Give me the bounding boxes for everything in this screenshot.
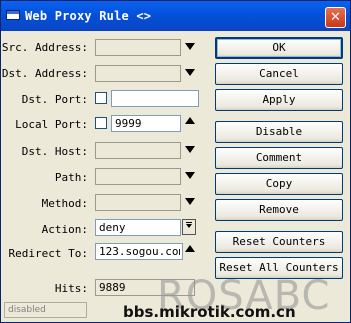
dst-port-label: Dst. Port: bbox=[21, 93, 88, 106]
web-proxy-rule-window: Web Proxy Rule <> ✕ Src. Address: Dst. A… bbox=[0, 0, 351, 323]
dst-host-field[interactable] bbox=[95, 142, 181, 159]
remove-button[interactable]: Remove bbox=[215, 199, 343, 221]
action-label: Action: bbox=[41, 223, 88, 236]
action-select[interactable]: deny bbox=[95, 219, 181, 236]
apply-button[interactable]: Apply bbox=[215, 89, 343, 111]
reset-counters-button[interactable]: Reset Counters bbox=[215, 231, 343, 253]
src-address-label: Src. Address: bbox=[1, 41, 88, 54]
path-label: Path: bbox=[54, 171, 88, 184]
watermark-url: bbs.mikrotik.com.cn bbox=[123, 303, 296, 321]
disable-button[interactable]: Disable bbox=[215, 121, 343, 143]
window-title: Web Proxy Rule <> bbox=[25, 9, 152, 23]
path-field[interactable] bbox=[95, 168, 181, 185]
dst-host-label: Dst. Host: bbox=[21, 145, 88, 158]
window-icon bbox=[6, 10, 20, 20]
redirect-to-label: Redirect To: bbox=[8, 247, 88, 260]
copy-button[interactable]: Copy bbox=[215, 173, 343, 195]
dst-address-expand-icon[interactable] bbox=[185, 66, 195, 78]
local-port-negate-checkbox[interactable] bbox=[95, 117, 107, 129]
dst-address-label: Dst. Address: bbox=[1, 67, 88, 80]
close-icon: ✕ bbox=[330, 10, 341, 25]
status-disabled: disabled bbox=[4, 302, 87, 318]
dst-host-expand-icon[interactable] bbox=[185, 143, 195, 155]
action-value: deny bbox=[99, 221, 126, 234]
method-expand-icon[interactable] bbox=[185, 195, 195, 207]
action-dropdown-icon[interactable] bbox=[182, 219, 196, 235]
dst-address-field[interactable] bbox=[95, 65, 181, 82]
method-field[interactable] bbox=[95, 194, 181, 211]
local-port-value: 9999 bbox=[115, 117, 142, 130]
src-address-expand-icon[interactable] bbox=[185, 40, 195, 52]
dst-port-negate-checkbox[interactable] bbox=[95, 92, 107, 104]
method-label: Method: bbox=[41, 197, 88, 210]
path-expand-icon[interactable] bbox=[185, 169, 195, 181]
local-port-label: Local Port: bbox=[15, 118, 88, 131]
redirect-to-collapse-icon[interactable] bbox=[185, 243, 195, 255]
redirect-to-value: 123.sogou.com/ bbox=[99, 245, 180, 258]
ok-button[interactable]: OK bbox=[215, 37, 343, 59]
local-port-input[interactable]: 9999 bbox=[111, 115, 181, 132]
dst-port-input[interactable] bbox=[111, 90, 199, 107]
cancel-button[interactable]: Cancel bbox=[215, 63, 343, 85]
title-bar[interactable]: Web Proxy Rule <> ✕ bbox=[1, 1, 350, 31]
comment-button[interactable]: Comment bbox=[215, 147, 343, 169]
redirect-to-input[interactable]: 123.sogou.com/ bbox=[95, 243, 183, 260]
close-button[interactable]: ✕ bbox=[325, 7, 346, 28]
local-port-collapse-icon[interactable] bbox=[185, 115, 195, 127]
src-address-field[interactable] bbox=[95, 39, 181, 56]
hits-label: Hits: bbox=[54, 282, 88, 295]
